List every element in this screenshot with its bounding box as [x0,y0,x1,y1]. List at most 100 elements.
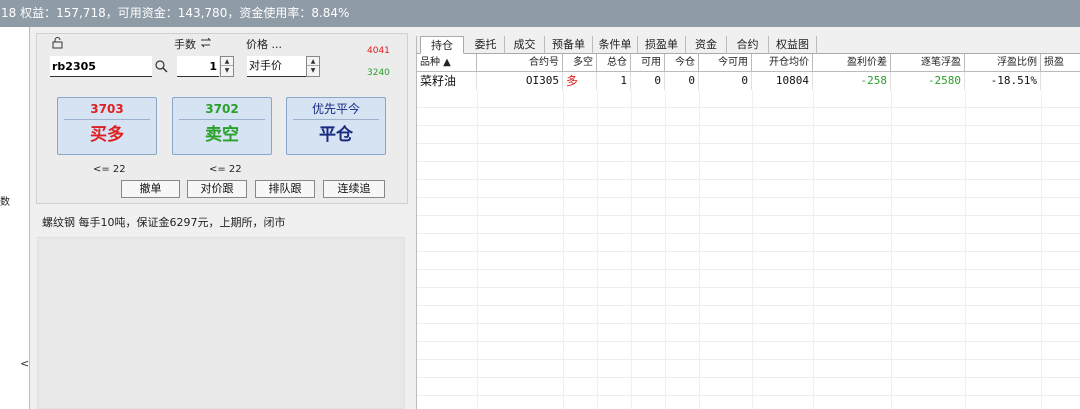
grid-line [597,342,598,360]
header-available[interactable]: 可用 [631,54,665,72]
grid-line [891,306,892,324]
grid-line [597,288,598,306]
grid-line [752,144,753,162]
grid-line [752,252,753,270]
grid-line [699,144,700,162]
grid-line [1041,198,1042,216]
swap-icon[interactable] [200,38,212,48]
buy-long-label: 买多 [90,125,124,145]
grid-line [891,396,892,409]
quantity-stepper[interactable]: ▲ ▼ [220,56,234,77]
search-icon[interactable] [154,59,168,73]
grid-line [597,306,598,324]
header-float-ratio[interactable]: 浮盈比例 [965,54,1041,72]
header-stop[interactable]: 损盈 [1041,54,1080,72]
stepper-down-icon[interactable]: ▼ [221,66,233,75]
grid-line [597,324,598,342]
grid-line [752,126,753,144]
grid-line [477,216,478,234]
table-header-row: 品种 ▲ 合约号 多空 总仓 可用 今仓 今可用 开仓均价 盈利价差 逐笔浮盈 … [417,54,1080,72]
buy-long-button[interactable]: 3703 买多 [57,97,157,155]
close-priority-label: 优先平今 [293,98,379,120]
chase-continuous-button[interactable]: 连续追 [323,180,385,198]
close-position-button[interactable]: 优先平今 平仓 [286,97,386,155]
cancel-order-button[interactable]: 撤单 [121,180,180,198]
tab-contracts[interactable]: 合约 [727,36,769,54]
quantity-input[interactable] [177,56,219,77]
header-today[interactable]: 今仓 [665,54,699,72]
grid-line [563,216,564,234]
tab-bar: 持仓 委托 成交 预备单 条件单 损盈单 资金 合约 权益图 [417,36,1080,54]
collapse-arrow-icon[interactable]: < [20,357,29,370]
grid-line [813,162,814,180]
grid-line [699,126,700,144]
grid-line [699,252,700,270]
grid-line [1041,162,1042,180]
grid-line [665,270,666,288]
empty-table-row [417,126,1080,144]
grid-line [813,90,814,108]
grid-line [813,216,814,234]
empty-table-row [417,108,1080,126]
grid-line [1041,378,1042,396]
tab-positions[interactable]: 持仓 [420,36,464,54]
chase-queue-button[interactable]: 排队跟 [255,180,315,198]
price-up-icon[interactable]: ▲ [307,57,319,66]
grid-line [665,126,666,144]
grid-line [965,216,966,234]
grid-line [563,90,564,108]
grid-line [752,342,753,360]
grid-line [477,252,478,270]
header-contract[interactable]: 合约号 [477,54,563,72]
grid-line [813,234,814,252]
stepper-up-icon[interactable]: ▲ [221,57,233,66]
grid-line [813,378,814,396]
tab-stop-orders[interactable]: 损盈单 [638,36,686,54]
cell-contract: OI305 [477,72,563,90]
grid-line [1041,324,1042,342]
header-today-available[interactable]: 今可用 [699,54,752,72]
sell-short-button[interactable]: 3702 卖空 [172,97,272,155]
price-label: 价格 ... [246,38,282,51]
empty-table-row [417,378,1080,396]
grid-line [477,378,478,396]
account-summary-bar: 18 权益：157,718，可用资金：143,780，资金使用率：8.84% [0,0,1080,27]
header-open-average[interactable]: 开仓均价 [752,54,813,72]
empty-table-row [417,90,1080,108]
contract-code-input[interactable] [50,56,152,77]
cell-today: 0 [665,72,699,90]
header-profit-spread[interactable]: 盈利价差 [813,54,891,72]
header-float-pnl[interactable]: 逐笔浮盈 [891,54,965,72]
grid-line [1041,90,1042,108]
table-row[interactable]: 菜籽油 OI305 多 1 0 0 0 10804 -258 -2580 -18… [417,72,1080,90]
grid-line [699,324,700,342]
header-product[interactable]: 品种 ▲ [417,54,477,72]
grid-line [965,234,966,252]
grid-line [631,396,632,409]
grid-line [597,162,598,180]
grid-line [965,288,966,306]
lock-icon[interactable] [51,37,65,49]
tab-equity-chart[interactable]: 权益图 [769,36,817,54]
grid-line [752,108,753,126]
grid-line [597,234,598,252]
tab-conditional-orders[interactable]: 条件单 [593,36,638,54]
grid-line [699,216,700,234]
empty-table-row [417,342,1080,360]
empty-table-row [417,360,1080,378]
grid-line [665,144,666,162]
tab-orders[interactable]: 委托 [467,36,505,54]
grid-line [631,234,632,252]
tab-funds[interactable]: 资金 [686,36,727,54]
grid-line [597,396,598,409]
header-total[interactable]: 总仓 [597,54,631,72]
grid-line [891,342,892,360]
price-down-icon[interactable]: ▼ [307,66,319,75]
header-direction[interactable]: 多空 [563,54,597,72]
tab-prepared-orders[interactable]: 预备单 [545,36,593,54]
grid-line [597,216,598,234]
price-stepper[interactable]: ▲ ▼ [306,56,320,77]
grid-line [699,378,700,396]
chase-opponent-button[interactable]: 对价跟 [187,180,247,198]
tab-trades[interactable]: 成交 [505,36,545,54]
